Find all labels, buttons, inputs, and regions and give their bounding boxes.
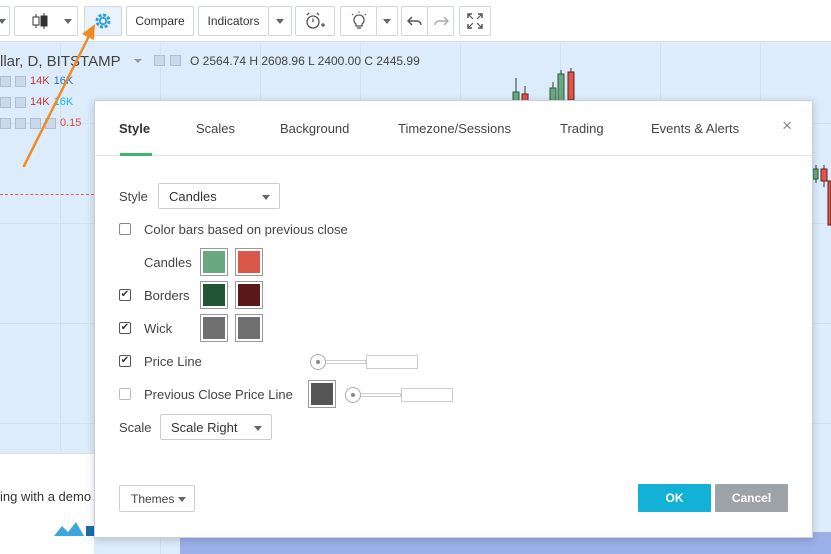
indicator-value-a: 14K <box>30 75 50 87</box>
close-icon[interactable]: × <box>782 116 792 136</box>
tab-style[interactable]: Style <box>119 121 150 136</box>
indicator-close-icon[interactable] <box>45 117 56 129</box>
price-line-label: Price Line <box>144 354 202 369</box>
chevron-down-icon <box>262 195 270 200</box>
indicator-row-1: 14K 16K <box>0 75 73 87</box>
indicator-row-3: 0.15 <box>0 117 81 129</box>
candles-up-color-swatch[interactable] <box>200 248 228 276</box>
undo-icon <box>406 16 422 26</box>
banner-text: ing with a demo <box>0 489 92 504</box>
indicator-value-b: 16K <box>53 96 74 108</box>
chevron-down-icon <box>178 497 186 502</box>
fullscreen-button[interactable] <box>459 6 491 36</box>
compare-button[interactable]: Compare <box>126 6 194 36</box>
indicator-close-icon[interactable] <box>15 96 26 108</box>
legend-settings-icon[interactable] <box>170 55 181 66</box>
indicator-eye-icon[interactable] <box>0 75 11 87</box>
indicator-value-b: 16K <box>53 75 74 87</box>
color-bars-checkbox[interactable] <box>119 223 131 235</box>
prev-close-color-swatch[interactable] <box>308 380 336 408</box>
slider-handle[interactable] <box>345 387 361 403</box>
color-bars-label: Color bars based on previous close <box>144 222 348 237</box>
chart-type-button[interactable] <box>14 6 78 36</box>
indicator-eye-icon[interactable] <box>0 96 11 108</box>
scale-select[interactable]: Scale Right <box>160 414 272 440</box>
ok-button[interactable]: OK <box>638 484 711 512</box>
borders-label: Borders <box>144 288 190 303</box>
wick-up-color-swatch[interactable] <box>200 314 228 342</box>
price-line-dashed <box>0 194 94 195</box>
style-select-value: Candles <box>169 188 217 204</box>
chart-settings-button[interactable] <box>84 6 122 36</box>
active-tab-indicator <box>120 153 152 156</box>
wick-checkbox[interactable]: ✔ <box>119 322 131 334</box>
chart-properties-dialog: Style Scales Background Timezone/Session… <box>94 100 813 538</box>
undo-button[interactable] <box>401 6 427 36</box>
redo-icon <box>433 16 449 26</box>
tab-background[interactable]: Background <box>280 121 349 136</box>
indicator-row-2: 14K 16K <box>0 96 73 108</box>
tab-events-alerts[interactable]: Events & Alerts <box>651 121 739 136</box>
themes-button[interactable]: Themes <box>119 485 195 512</box>
price-line-checkbox[interactable]: ✔ <box>119 355 131 367</box>
tab-timezone-sessions[interactable]: Timezone/Sessions <box>398 121 511 136</box>
chevron-down-icon <box>254 426 262 431</box>
price-line-width-slider[interactable] <box>310 354 420 370</box>
style-select[interactable]: Candles <box>158 183 280 209</box>
candles-icon <box>32 13 72 29</box>
cancel-button[interactable]: Cancel <box>715 484 788 512</box>
prev-close-checkbox[interactable] <box>119 388 131 400</box>
candles-label: Candles <box>144 255 192 270</box>
lightbulb-icon <box>351 11 366 29</box>
tradingview-logo-icon <box>54 522 94 536</box>
candles-down-color-swatch[interactable] <box>235 248 263 276</box>
ideas-dropdown[interactable] <box>376 6 398 36</box>
indicator-value-a: 14K <box>30 96 50 108</box>
wick-label: Wick <box>144 321 173 336</box>
scale-label: Scale <box>119 420 152 435</box>
indicator-close-icon[interactable] <box>15 75 26 87</box>
prev-close-width-slider[interactable] <box>345 387 455 403</box>
toolbar-dropdown-left[interactable] <box>0 6 10 36</box>
indicator-value: 0.15 <box>60 117 82 129</box>
indicators-button[interactable]: Indicators <box>198 6 268 36</box>
ideas-button[interactable] <box>340 6 376 36</box>
tab-scales[interactable]: Scales <box>196 121 235 136</box>
borders-up-color-swatch[interactable] <box>200 281 228 309</box>
redo-button[interactable] <box>427 6 454 36</box>
tab-trading[interactable]: Trading <box>560 121 604 136</box>
symbol-legend-title: llar, D, BITSTAMP <box>0 53 121 70</box>
indicators-dropdown[interactable] <box>268 6 292 36</box>
candles-right <box>812 165 831 226</box>
indicator-lock-icon[interactable] <box>30 117 41 129</box>
top-toolbar: Compare Indicators <box>0 0 831 42</box>
dialog-tabs: Style Scales Background Timezone/Session… <box>95 101 812 156</box>
alert-button[interactable] <box>295 6 335 36</box>
ohlc-values: O 2564.74 H 2608.96 L 2400.00 C 2445.99 <box>190 54 420 68</box>
scale-select-value: Scale Right <box>171 419 238 435</box>
legend-eye-icon[interactable] <box>154 55 165 66</box>
prev-close-label: Previous Close Price Line <box>144 387 293 402</box>
style-label: Style <box>119 189 148 204</box>
themes-label: Themes <box>131 491 175 506</box>
wick-down-color-swatch[interactable] <box>235 314 263 342</box>
fullscreen-icon <box>467 13 483 29</box>
slider-handle[interactable] <box>310 354 326 370</box>
indicator-eye-icon[interactable] <box>0 117 11 129</box>
legend-caret-icon <box>134 59 142 63</box>
alarm-clock-icon <box>306 12 325 29</box>
indicator-settings-icon[interactable] <box>15 117 26 129</box>
borders-down-color-swatch[interactable] <box>235 281 263 309</box>
gear-icon <box>95 13 111 29</box>
demo-banner: ing with a demo <box>0 453 94 554</box>
borders-checkbox[interactable]: ✔ <box>119 289 131 301</box>
